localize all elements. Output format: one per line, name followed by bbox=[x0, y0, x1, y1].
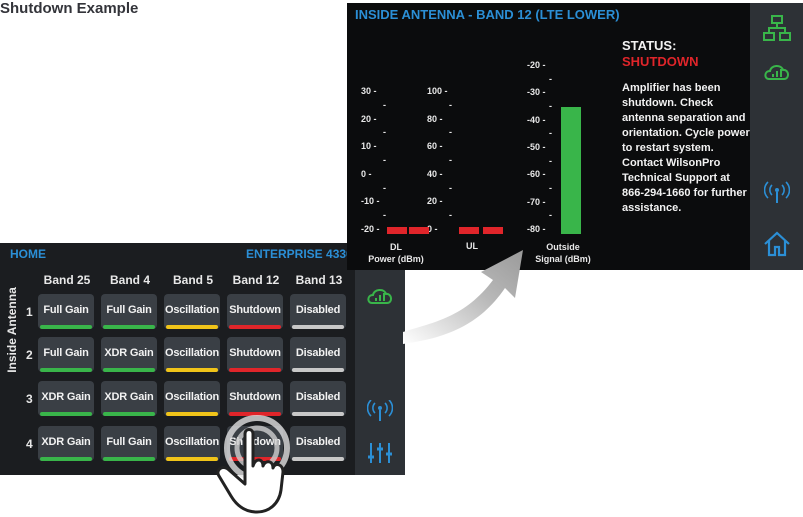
band-status-label: Disabled bbox=[295, 347, 341, 359]
band-status-label: XDR Gain bbox=[104, 347, 154, 359]
home-header: HOME ENTERPRISE 4330 bbox=[0, 243, 405, 263]
band-status-label: Shutdown bbox=[229, 391, 281, 403]
band-status-label: Full Gain bbox=[43, 347, 89, 359]
status-indicator-bar bbox=[103, 325, 155, 329]
band-status-label: XDR Gain bbox=[41, 391, 91, 403]
band-status-button[interactable]: Shutdown bbox=[227, 294, 283, 329]
outside-signal-label-text: Outside Signal (dBm) bbox=[535, 242, 591, 264]
band-header-13: Band 13 bbox=[295, 273, 343, 287]
antenna-icon[interactable] bbox=[367, 400, 393, 422]
status-indicator-bar bbox=[103, 412, 155, 416]
band-status-button[interactable]: XDR Gain bbox=[38, 381, 94, 416]
band-header-25: Band 25 bbox=[43, 273, 91, 287]
row-label: 1 bbox=[26, 305, 33, 319]
band-status-button[interactable]: Full Gain bbox=[101, 294, 157, 329]
band-status-button[interactable]: Disabled bbox=[290, 337, 346, 372]
cloud-signal-icon[interactable] bbox=[762, 57, 792, 83]
row-label: 2 bbox=[26, 348, 33, 362]
band-status-label: Disabled bbox=[295, 391, 341, 403]
band-status-label: Full Gain bbox=[106, 436, 152, 448]
band-status-label: Shutdown bbox=[229, 304, 281, 316]
row-label: 3 bbox=[26, 392, 33, 406]
band-status-button[interactable]: XDR Gain bbox=[101, 381, 157, 416]
band-status-label: Full Gain bbox=[106, 304, 152, 316]
band-status-button[interactable]: Full Gain bbox=[101, 426, 157, 461]
band-header-12: Band 12 bbox=[232, 273, 280, 287]
outside-signal-label: Outside Signal (dBm) bbox=[523, 241, 603, 265]
outside-signal-bar bbox=[561, 107, 581, 234]
status-indicator-bar bbox=[103, 368, 155, 372]
band-status-label: Full Gain bbox=[43, 304, 89, 316]
zoom-arrow-icon bbox=[403, 250, 523, 344]
band-header-5: Band 5 bbox=[172, 273, 213, 287]
band-status-label: XDR Gain bbox=[104, 391, 154, 403]
cloud-signal-icon[interactable] bbox=[366, 281, 394, 307]
status-indicator-bar bbox=[166, 368, 218, 372]
status-indicator-bar bbox=[229, 368, 281, 372]
status-value: SHUTDOWN bbox=[622, 54, 699, 69]
status-indicator-bar bbox=[40, 412, 92, 416]
status-indicator-bar bbox=[40, 325, 92, 329]
band-status-button[interactable]: Full Gain bbox=[38, 294, 94, 329]
status-indicator-bar bbox=[103, 457, 155, 461]
band-status-label: Oscillation bbox=[164, 304, 220, 316]
band-status-button[interactable]: Disabled bbox=[290, 294, 346, 329]
band-status-label: Oscillation bbox=[164, 347, 220, 359]
status-indicator-bar bbox=[40, 457, 92, 461]
status-indicator-bar bbox=[292, 368, 344, 372]
status-indicator-bar bbox=[166, 325, 218, 329]
home-icon[interactable] bbox=[763, 231, 791, 257]
band-status-button[interactable]: Full Gain bbox=[38, 337, 94, 372]
band-status-button[interactable]: Shutdown bbox=[227, 337, 283, 372]
band-header-4: Band 4 bbox=[109, 273, 150, 287]
antenna-icon[interactable] bbox=[764, 181, 790, 205]
band-status-label: Disabled bbox=[295, 304, 341, 316]
band-status-label: Shutdown bbox=[229, 347, 281, 359]
status-message: Amplifier has been shutdown. Check anten… bbox=[622, 82, 750, 214]
status-heading: STATUS: bbox=[622, 38, 677, 53]
band-status-label: XDR Gain bbox=[41, 436, 91, 448]
band-status-button[interactable]: XDR Gain bbox=[38, 426, 94, 461]
page-title: Shutdown Example bbox=[0, 0, 139, 17]
status-indicator-bar bbox=[229, 325, 281, 329]
sliders-icon[interactable] bbox=[367, 441, 393, 465]
model-title: ENTERPRISE 4330 bbox=[246, 247, 353, 261]
network-icon[interactable] bbox=[763, 15, 791, 41]
detail-sidebar bbox=[750, 3, 803, 270]
band-status-button[interactable]: XDR Gain bbox=[101, 337, 157, 372]
status-indicator-bar bbox=[40, 368, 92, 372]
home-title[interactable]: HOME bbox=[10, 247, 46, 261]
row-label: 4 bbox=[26, 437, 33, 451]
tap-hand-icon bbox=[216, 415, 290, 514]
band-status-button[interactable]: Oscillation bbox=[164, 294, 220, 329]
home-screen: HOME ENTERPRISE 4330 Band 25 Band 4 Band… bbox=[0, 243, 405, 475]
status-indicator-bar bbox=[292, 325, 344, 329]
inside-antenna-label: Inside Antenna bbox=[5, 287, 19, 373]
band-status-button[interactable]: Oscillation bbox=[164, 337, 220, 372]
band-status-label: Oscillation bbox=[164, 391, 220, 403]
